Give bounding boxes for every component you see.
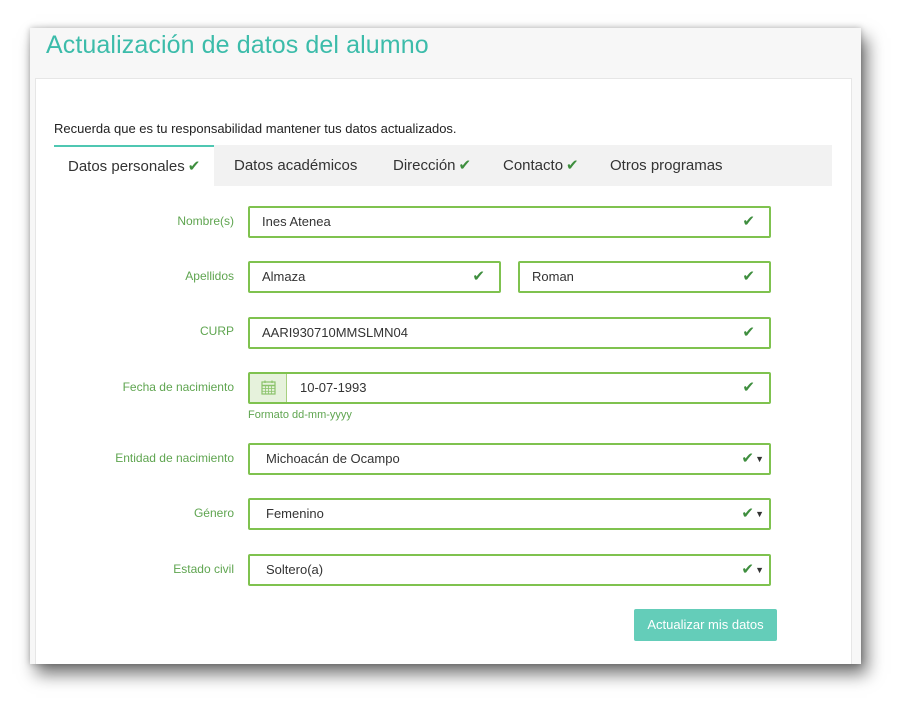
genero-select[interactable]: Femenino ✔ ▼ <box>248 498 771 530</box>
page-title: Actualización de datos del alumno <box>46 31 429 59</box>
actualizar-button[interactable]: Actualizar mis datos <box>634 609 777 641</box>
entidad-label: Entidad de nacimiento <box>115 451 234 465</box>
estado-civil-label: Estado civil <box>173 562 234 576</box>
tab-bar: Datos personales ✔ Datos académicos Direc… <box>54 145 832 186</box>
chevron-down-icon: ▼ <box>755 565 764 575</box>
check-icon: ✔ <box>741 450 754 467</box>
chevron-down-icon: ▼ <box>755 509 764 519</box>
tab-label: Otros programas <box>610 157 723 174</box>
tab-label: Contacto <box>503 157 564 174</box>
tab-contacto[interactable]: Contacto ✔ <box>503 145 579 186</box>
fecha-format-hint: Formato dd-mm-yyyy <box>248 409 352 421</box>
check-icon: ✔ <box>741 505 754 522</box>
window-frame: Actualización de datos del alumno Recuer… <box>30 28 861 664</box>
entidad-value: Michoacán de Ocampo <box>266 451 400 466</box>
chevron-down-icon: ▼ <box>755 454 764 464</box>
tab-datos-academicos[interactable]: Datos académicos <box>234 145 357 186</box>
nombre-input[interactable]: Ines Atenea ✔ <box>248 206 771 238</box>
curp-value: AARI930710MMSLMN04 <box>262 325 408 340</box>
apellido-materno-value: Roman <box>532 269 574 284</box>
form-card: Recuerda que es tu responsabilidad mante… <box>35 78 852 664</box>
curp-input[interactable]: AARI930710MMSLMN04 ✔ <box>248 317 771 349</box>
apellido-paterno-input[interactable]: Almaza ✔ <box>248 261 501 293</box>
tab-direccion[interactable]: Dirección ✔ <box>393 145 471 186</box>
notice-text: Recuerda que es tu responsabilidad mante… <box>54 121 457 136</box>
tab-label: Datos académicos <box>234 157 358 174</box>
estado-civil-value: Soltero(a) <box>266 562 324 577</box>
check-icon: ✔ <box>742 268 755 285</box>
genero-label: Género <box>193 506 234 520</box>
check-icon: ✔ <box>566 157 579 174</box>
check-icon: ✔ <box>187 158 201 175</box>
apellido-paterno-value: Almaza <box>262 269 306 284</box>
tab-otros-programas[interactable]: Otros programas <box>610 145 723 186</box>
entidad-select[interactable]: Michoacán de Ocampo ✔ ▼ <box>248 443 771 475</box>
tab-label: Dirección <box>393 157 456 174</box>
check-icon: ✔ <box>472 268 485 285</box>
genero-value: Femenino <box>266 506 324 521</box>
apellido-materno-input[interactable]: Roman ✔ <box>518 261 771 293</box>
fecha-input[interactable]: 10-07-1993 ✔ <box>248 372 771 404</box>
nombre-value: Ines Atenea <box>262 214 331 229</box>
curp-label: CURP <box>199 324 234 338</box>
apellidos-label: Apellidos <box>185 269 234 283</box>
tab-label: Datos personales <box>68 158 185 175</box>
check-icon: ✔ <box>742 379 755 396</box>
check-icon: ✔ <box>458 157 472 174</box>
estado-civil-select[interactable]: Soltero(a) ✔ ▼ <box>248 554 771 586</box>
check-icon: ✔ <box>741 561 754 578</box>
calendar-icon[interactable] <box>250 374 287 402</box>
tab-datos-personales[interactable]: Datos personales ✔ <box>54 145 215 186</box>
fecha-label: Fecha de nacimiento <box>122 380 234 394</box>
check-icon: ✔ <box>742 324 755 341</box>
check-icon: ✔ <box>742 213 755 230</box>
fecha-value: 10-07-1993 <box>300 380 367 395</box>
nombre-label: Nombre(s) <box>177 214 234 228</box>
